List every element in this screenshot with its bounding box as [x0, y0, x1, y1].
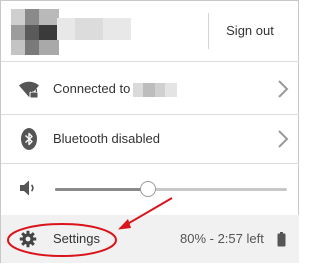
volume-slider[interactable]	[55, 181, 287, 197]
chevron-right-icon	[278, 80, 289, 98]
network-status-label: Connected to	[53, 81, 131, 96]
volume-slider-thumb[interactable]	[139, 181, 156, 197]
account-header: Sign out	[1, 1, 299, 61]
system-tray-menu: Sign out Connected to Bluetooth disabled	[0, 0, 299, 263]
bluetooth-icon	[21, 128, 37, 150]
network-row[interactable]: Connected to	[1, 65, 299, 113]
volume-row	[1, 164, 299, 214]
volume-slider-fill	[55, 188, 148, 191]
settings-button[interactable]: Settings	[15, 225, 115, 253]
divider	[1, 61, 299, 62]
username-redacted-block	[75, 18, 103, 40]
battery-status-text: 80% - 2:57 left	[180, 231, 264, 246]
bluetooth-row[interactable]: Bluetooth disabled	[1, 115, 299, 163]
avatar	[11, 9, 59, 55]
chevron-right-icon	[278, 130, 289, 148]
sign-out-button[interactable]: Sign out	[210, 13, 290, 49]
speaker-icon[interactable]	[17, 177, 39, 199]
gear-icon	[19, 230, 37, 248]
bluetooth-status-label: Bluetooth disabled	[53, 131, 160, 146]
status-footer: Settings 80% - 2:57 left	[1, 215, 299, 263]
wifi-locked-icon	[19, 81, 39, 99]
ssid-redacted	[133, 83, 177, 97]
settings-label: Settings	[53, 231, 100, 246]
header-divider	[208, 13, 209, 49]
battery-icon	[277, 232, 286, 247]
